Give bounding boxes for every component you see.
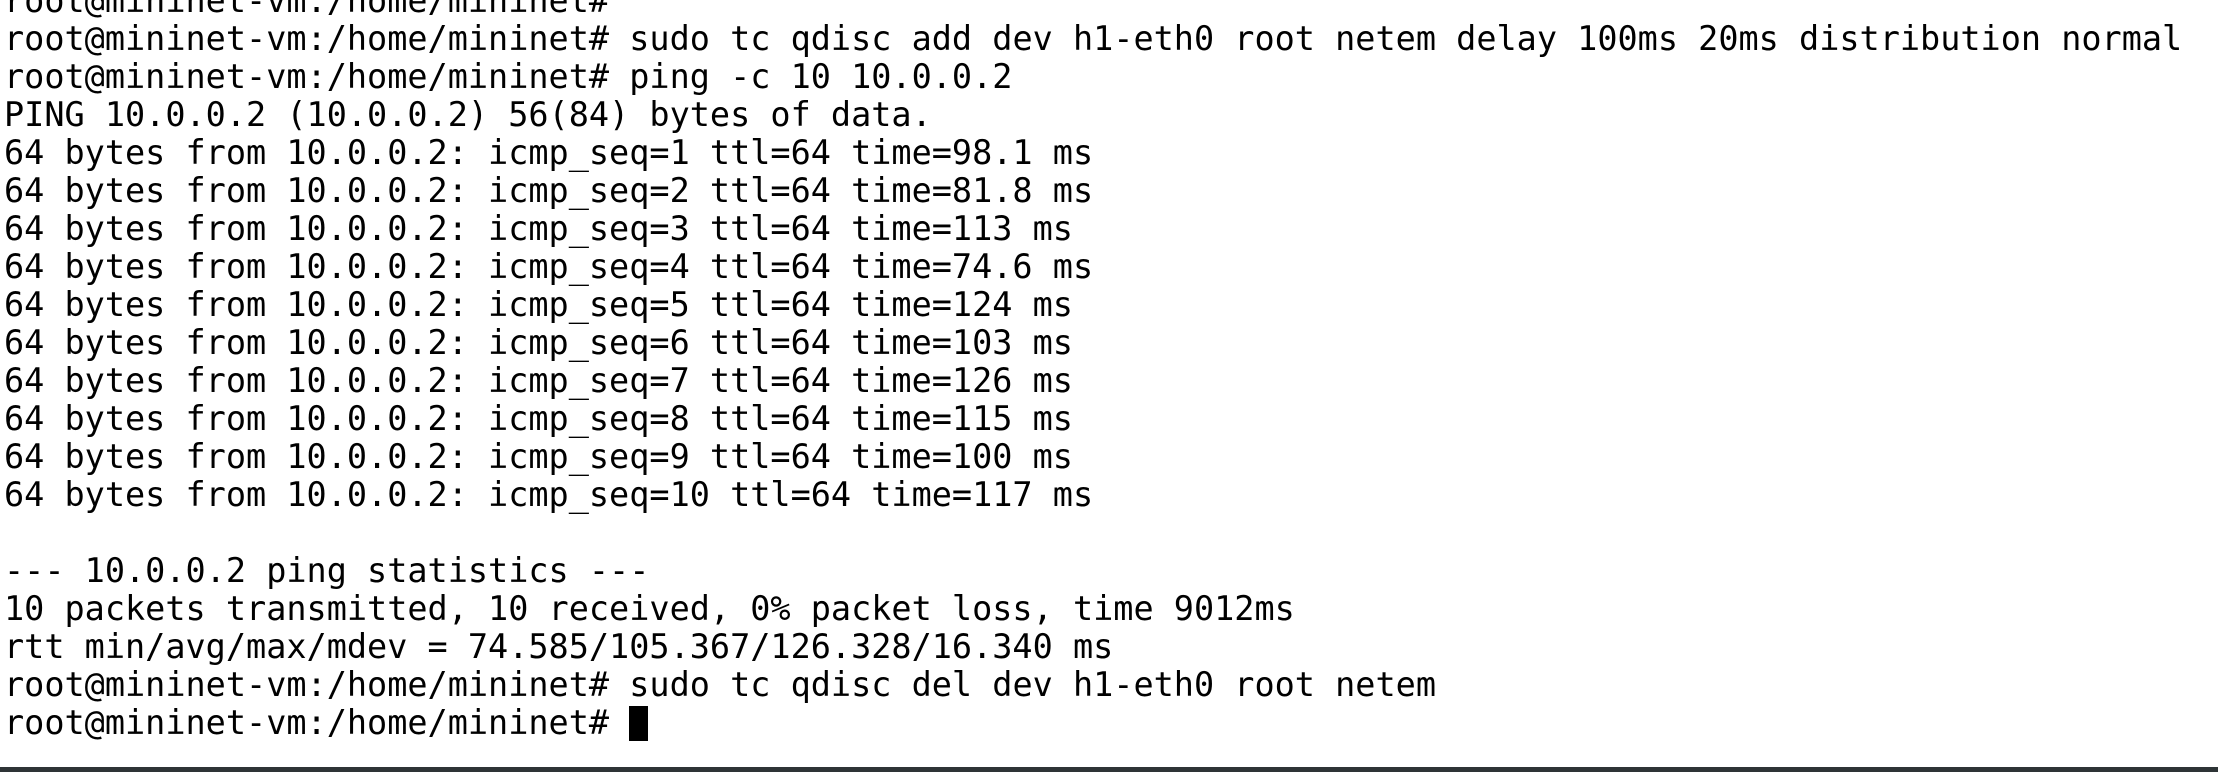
command-line: root@mininet-vm:/home/mininet# ping -c 1… <box>4 58 2182 96</box>
command-text: ping -c 10 10.0.0.2 <box>629 57 1013 96</box>
output-line: --- 10.0.0.2 ping statistics --- <box>4 552 2182 590</box>
shell-prompt: root@mininet-vm:/home/mininet# <box>4 0 610 20</box>
command-line: root@mininet-vm:/home/mininet# <box>4 0 2182 20</box>
terminal-window[interactable]: root@mininet-vm:/home/mininet# root@mini… <box>0 0 2218 772</box>
output-text: 64 bytes from 10.0.0.2: icmp_seq=3 ttl=6… <box>4 209 1073 248</box>
output-text: --- 10.0.0.2 ping statistics --- <box>4 551 650 590</box>
output-text: 64 bytes from 10.0.0.2: icmp_seq=10 ttl=… <box>4 475 1094 514</box>
output-line: 64 bytes from 10.0.0.2: icmp_seq=10 ttl=… <box>4 476 2182 514</box>
command-line: root@mininet-vm:/home/mininet# sudo tc q… <box>4 20 2182 58</box>
output-text: 64 bytes from 10.0.0.2: icmp_seq=7 ttl=6… <box>4 361 1073 400</box>
output-line: 64 bytes from 10.0.0.2: icmp_seq=9 ttl=6… <box>4 438 2182 476</box>
output-line: rtt min/avg/max/mdev = 74.585/105.367/12… <box>4 628 2182 666</box>
cursor-block[interactable] <box>629 706 649 741</box>
command-line: root@mininet-vm:/home/mininet# sudo tc q… <box>4 666 2182 704</box>
active-prompt-line: root@mininet-vm:/home/mininet# <box>4 704 2182 742</box>
terminal-output: root@mininet-vm:/home/mininet# root@mini… <box>4 0 2182 742</box>
output-text: rtt min/avg/max/mdev = 74.585/105.367/12… <box>4 627 1114 666</box>
output-text: PING 10.0.0.2 (10.0.0.2) 56(84) bytes of… <box>4 95 932 134</box>
output-line <box>4 514 2182 552</box>
output-text: 64 bytes from 10.0.0.2: icmp_seq=4 ttl=6… <box>4 247 1094 286</box>
output-text: 64 bytes from 10.0.0.2: icmp_seq=1 ttl=6… <box>4 133 1094 172</box>
output-line: 64 bytes from 10.0.0.2: icmp_seq=7 ttl=6… <box>4 362 2182 400</box>
output-line: 64 bytes from 10.0.0.2: icmp_seq=4 ttl=6… <box>4 248 2182 286</box>
bottom-bar <box>0 767 2218 772</box>
command-text: sudo tc qdisc add dev h1-eth0 root netem… <box>629 19 2183 58</box>
output-text: 64 bytes from 10.0.0.2: icmp_seq=5 ttl=6… <box>4 285 1073 324</box>
command-text: sudo tc qdisc del dev h1-eth0 root netem <box>629 665 1436 704</box>
output-text: 64 bytes from 10.0.0.2: icmp_seq=8 ttl=6… <box>4 399 1073 438</box>
shell-prompt: root@mininet-vm:/home/mininet# <box>4 703 610 742</box>
output-text: 64 bytes from 10.0.0.2: icmp_seq=6 ttl=6… <box>4 323 1073 362</box>
output-line: 64 bytes from 10.0.0.2: icmp_seq=1 ttl=6… <box>4 134 2182 172</box>
output-text: 64 bytes from 10.0.0.2: icmp_seq=2 ttl=6… <box>4 171 1094 210</box>
output-line: 64 bytes from 10.0.0.2: icmp_seq=3 ttl=6… <box>4 210 2182 248</box>
output-text: 10 packets transmitted, 10 received, 0% … <box>4 589 1295 628</box>
shell-prompt: root@mininet-vm:/home/mininet# <box>4 57 610 96</box>
output-line: 10 packets transmitted, 10 received, 0% … <box>4 590 2182 628</box>
output-line: 64 bytes from 10.0.0.2: icmp_seq=2 ttl=6… <box>4 172 2182 210</box>
output-line: 64 bytes from 10.0.0.2: icmp_seq=5 ttl=6… <box>4 286 2182 324</box>
output-line: 64 bytes from 10.0.0.2: icmp_seq=8 ttl=6… <box>4 400 2182 438</box>
output-line: 64 bytes from 10.0.0.2: icmp_seq=6 ttl=6… <box>4 324 2182 362</box>
output-text: 64 bytes from 10.0.0.2: icmp_seq=9 ttl=6… <box>4 437 1073 476</box>
shell-prompt: root@mininet-vm:/home/mininet# <box>4 19 610 58</box>
shell-prompt: root@mininet-vm:/home/mininet# <box>4 665 610 704</box>
output-line: PING 10.0.0.2 (10.0.0.2) 56(84) bytes of… <box>4 96 2182 134</box>
